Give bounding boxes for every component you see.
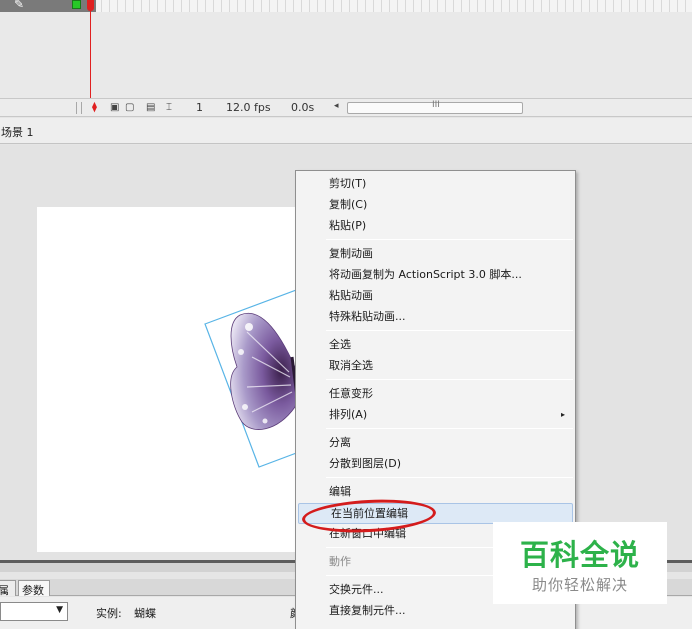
- scrollbar-grip[interactable]: III: [432, 100, 440, 110]
- butterfly-instance[interactable]: [37, 207, 337, 552]
- timeline-status-bar: ⧫ ▣ ▢ ▤ ⌶ 1 12.0 fps 0.0s ◂ III: [0, 98, 692, 117]
- menu-item-paste-motion-special[interactable]: 特殊粘贴动画...: [296, 306, 575, 327]
- submenu-arrow-icon: ▸: [560, 410, 565, 419]
- watermark-subtitle: 助你轻松解决: [531, 576, 628, 594]
- layer-color-swatch[interactable]: [72, 0, 81, 9]
- onion-skin-icon[interactable]: ▣: [110, 102, 119, 113]
- watermark: 百科全说 助你轻松解决: [493, 522, 667, 604]
- menu-item-deselect-all[interactable]: 取消全选: [296, 355, 575, 376]
- edit-bar: 场景 1: [0, 118, 692, 144]
- menu-item-copy[interactable]: 复制(C): [296, 194, 575, 215]
- menu-item-arrange-label: 排列(A): [329, 408, 368, 421]
- scroll-left-arrow-icon[interactable]: ◂: [334, 101, 339, 111]
- menu-item-paste-motion[interactable]: 粘贴动画: [296, 285, 575, 306]
- menu-item-free-transform[interactable]: 任意变形: [296, 383, 575, 404]
- menu-item-cut[interactable]: 剪切(T): [296, 173, 575, 194]
- frame-strip[interactable]: [96, 0, 692, 12]
- menu-item-break-apart[interactable]: 分离: [296, 432, 575, 453]
- menu-item-copy-motion-as-actionscript[interactable]: 将动画复制为 ActionScript 3.0 脚本...: [296, 264, 575, 285]
- menu-item-edit[interactable]: 编辑: [296, 481, 575, 502]
- frame-rate[interactable]: 12.0 fps: [226, 101, 271, 114]
- playhead-handle[interactable]: [87, 0, 94, 11]
- stage-canvas[interactable]: [37, 207, 308, 552]
- menu-item-paste[interactable]: 粘贴(P): [296, 215, 575, 236]
- onion-skin-outlines-icon[interactable]: ▢: [125, 102, 134, 113]
- menu-item-arrange[interactable]: 排列(A) ▸: [296, 404, 575, 425]
- pencil-icon[interactable]: ✎: [14, 0, 24, 11]
- layer-row[interactable]: ✎: [0, 0, 96, 12]
- tab-properties[interactable]: 属: [0, 580, 16, 597]
- menu-separator: [326, 379, 573, 380]
- timeline-panel: ✎: [0, 0, 692, 100]
- menu-item-distribute-to-layers[interactable]: 分散到图层(D): [296, 453, 575, 474]
- current-frame: 1: [196, 101, 203, 114]
- menu-separator: [326, 239, 573, 240]
- symbol-behavior-select[interactable]: ▼: [0, 602, 68, 621]
- menu-item-copy-motion[interactable]: 复制动画: [296, 243, 575, 264]
- instance-name: 蝴蝶: [134, 607, 156, 620]
- edit-multiple-frames-icon[interactable]: ▤: [146, 102, 155, 113]
- menu-item-select-all[interactable]: 全选: [296, 334, 575, 355]
- playhead-line: [90, 0, 91, 100]
- instance-label: 实例:: [96, 607, 122, 620]
- panel-divider-grip[interactable]: [76, 102, 82, 114]
- scene-breadcrumb[interactable]: 场景 1: [1, 124, 34, 140]
- menu-separator: [326, 330, 573, 331]
- watermark-title: 百科全说: [519, 538, 640, 572]
- menu-separator: [326, 477, 573, 478]
- modify-onion-markers-icon[interactable]: ⌶: [166, 102, 172, 113]
- chevron-down-icon[interactable]: ▼: [56, 605, 63, 615]
- menu-separator: [326, 428, 573, 429]
- center-frame-icon[interactable]: ⧫: [92, 102, 97, 113]
- elapsed-time: 0.0s: [291, 101, 315, 114]
- tab-parameters[interactable]: 参数: [18, 580, 50, 597]
- timeline-scrollbar[interactable]: III: [347, 100, 523, 114]
